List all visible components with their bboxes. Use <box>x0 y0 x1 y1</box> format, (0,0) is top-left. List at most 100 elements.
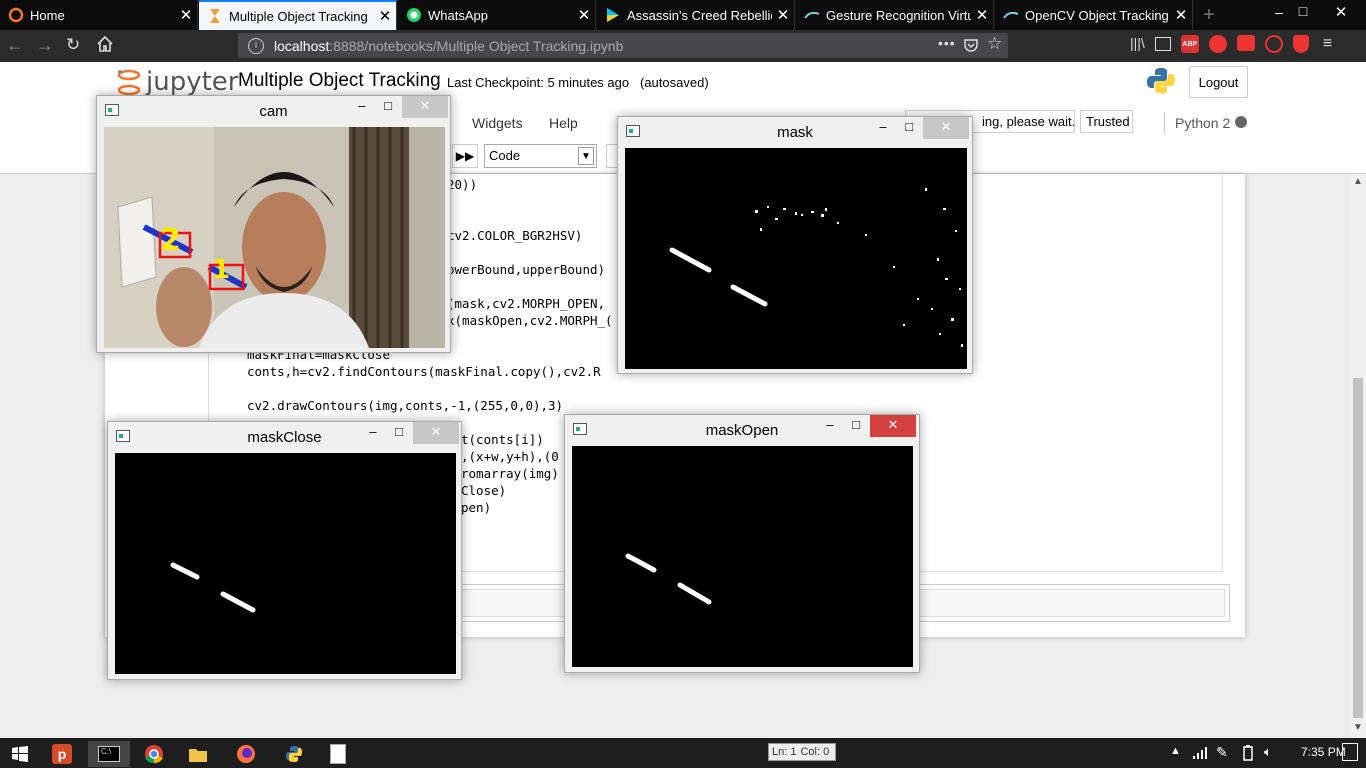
notebook-title[interactable]: Multiple Object Tracking <box>238 70 441 92</box>
sidebar-icon[interactable] <box>1154 37 1171 51</box>
close-button[interactable]: ✕ <box>402 96 448 118</box>
tab-gesture-recognition[interactable]: Gesture Recognition Virtu ✕ <box>796 0 994 30</box>
info-icon[interactable]: i <box>248 37 264 54</box>
tab-home[interactable]: Home ✕ <box>0 0 198 30</box>
windows-start-icon[interactable] <box>2 741 38 767</box>
maskopen-image <box>572 446 913 667</box>
object-label: 2 <box>160 223 181 258</box>
code-line: x(maskOpen,cv2.MORPH_( <box>447 313 613 328</box>
youtube-icon[interactable] <box>1236 35 1255 51</box>
network-icon[interactable] <box>1192 746 1208 763</box>
cmd-icon[interactable]: C:\ <box>88 741 130 767</box>
clock[interactable]: 7:35 PM <box>1301 745 1346 759</box>
code-line: cv2.COLOR_BGR2HSV) <box>447 228 583 243</box>
tab-multiple-object-tracking[interactable]: Multiple Object Tracking ✕ <box>199 0 397 30</box>
toolbar-extensions: |||\ ABP ≡ <box>1130 35 1332 53</box>
opencv-icon <box>1003 7 1019 23</box>
maximize-button[interactable]: □ <box>384 422 414 444</box>
notepad-icon[interactable] <box>320 741 356 767</box>
battery-icon[interactable] <box>1240 745 1256 764</box>
menu-help[interactable]: Help <box>549 115 578 131</box>
close-icon[interactable]: ✕ <box>573 6 595 24</box>
whatsapp-icon <box>406 7 422 23</box>
fast-forward-button[interactable]: ▶▶ <box>452 144 478 168</box>
menu-icon[interactable]: ≡ <box>1323 35 1332 53</box>
status-line: Ln: 1 <box>772 746 797 758</box>
cell-type-select[interactable]: Code ▼ <box>484 144 597 168</box>
trusted-indicator[interactable]: Trusted <box>1080 110 1133 133</box>
code-line: cv2.drawContours(img,conts,-1,(255,0,0),… <box>247 398 564 413</box>
psiphon-icon[interactable]: p <box>44 741 80 767</box>
download-icon[interactable] <box>1264 35 1283 53</box>
bookmark-star-icon[interactable]: ☆ <box>987 34 1002 54</box>
extension-red-icon[interactable] <box>1208 35 1227 53</box>
reload-icon[interactable]: ↻ <box>66 35 80 55</box>
object-label: 1 <box>212 255 231 285</box>
pen-icon[interactable]: ✎ <box>1216 744 1228 761</box>
volume-icon[interactable]: 🔈︎ <box>1264 744 1272 760</box>
window-titlebar[interactable]: maskOpen – □ ✕ <box>565 415 919 445</box>
checkpoint-text: Last Checkpoint: 5 minutes ago <box>447 75 630 90</box>
close-icon[interactable]: ✕ <box>1170 6 1192 24</box>
code-line: (mask,cv2.MORPH_OPEN, <box>447 296 606 311</box>
menu-widgets[interactable]: Widgets <box>472 115 523 131</box>
address-bar[interactable]: i localhost:8888/notebooks/Multiple Obje… <box>238 33 1008 58</box>
library-icon[interactable]: |||\ <box>1130 35 1145 53</box>
notifications-icon[interactable] <box>1342 743 1358 761</box>
close-icon[interactable]: ✕ <box>175 6 197 24</box>
tracking-overlay <box>142 224 248 291</box>
maskopen-window[interactable]: maskOpen – □ ✕ <box>564 414 920 673</box>
close-button[interactable]: ✕ <box>413 422 459 444</box>
page-scrollbar[interactable]: ▲ ▼ <box>1350 174 1366 738</box>
divider <box>1164 112 1165 134</box>
close-button[interactable]: ✕ <box>923 117 969 139</box>
jupyter-icon <box>8 7 24 23</box>
window-titlebar[interactable]: maskClose – □ ✕ <box>108 422 461 452</box>
window-minimize-button[interactable]: – <box>1268 4 1290 20</box>
window-close-button[interactable]: ✕ <box>1326 3 1356 21</box>
maskclose-image <box>115 453 456 674</box>
scroll-up-icon[interactable]: ▲ <box>1353 176 1363 187</box>
maximize-button[interactable]: □ <box>373 96 403 118</box>
window-titlebar[interactable]: cam – □ ✕ <box>97 96 450 126</box>
firefox-icon[interactable] <box>228 741 264 767</box>
url-path: :8888/notebooks/Multiple Object Tracking… <box>329 37 624 54</box>
adblock-icon[interactable]: ABP <box>1180 35 1199 53</box>
window-titlebar[interactable]: mask – □ ✕ <box>618 117 972 147</box>
close-button[interactable]: ✕ <box>870 415 916 437</box>
taskbar: p C:\ Ln: 1 Col: 0 ▲ ✎ 🔈︎ 7:35 PM <box>0 738 1366 768</box>
maskclose-window[interactable]: maskClose – □ ✕ <box>107 421 462 680</box>
new-tab-button[interactable]: + <box>1198 4 1220 26</box>
tab-whatsapp[interactable]: WhatsApp ✕ <box>398 0 596 30</box>
code-line: pen) <box>461 500 492 515</box>
close-icon[interactable]: ✕ <box>374 7 396 25</box>
window-maximize-button[interactable]: □ <box>1292 3 1314 19</box>
forward-icon[interactable]: → <box>36 35 54 56</box>
tab-opencv-object-tracking[interactable]: OpenCV Object Tracking b ✕ <box>995 0 1193 30</box>
mask-window[interactable]: mask – □ ✕ <box>617 116 973 374</box>
chrome-icon[interactable] <box>136 741 172 767</box>
url-host: localhost <box>274 37 330 54</box>
scroll-down-icon[interactable]: ▼ <box>1353 722 1363 733</box>
show-hidden-icons[interactable]: ▲ <box>1170 745 1181 757</box>
code-line: romarray(img) <box>461 466 559 481</box>
logout-button[interactable]: Logout <box>1189 66 1248 98</box>
maximize-button[interactable]: □ <box>841 415 871 437</box>
home-icon[interactable] <box>96 35 114 56</box>
python-logo-icon <box>1146 66 1176 99</box>
editor-status-bar: Ln: 1 Col: 0 <box>768 743 836 761</box>
code-line: owerBound,upperBound) <box>447 262 606 277</box>
maximize-button[interactable]: □ <box>894 117 924 139</box>
tab-assassins-creed[interactable]: Assassin's Creed Rebellion ✕ <box>597 0 795 30</box>
file-explorer-icon[interactable] <box>180 741 216 767</box>
back-icon[interactable]: ← <box>6 35 24 56</box>
page-actions-icon[interactable]: ••• <box>938 35 956 51</box>
close-icon[interactable]: ✕ <box>971 6 993 24</box>
close-icon[interactable]: ✕ <box>772 6 794 24</box>
cam-window[interactable]: cam – □ ✕ 2 1 <box>96 95 451 353</box>
python-icon[interactable] <box>276 741 312 767</box>
scrollbar-thumb[interactable] <box>1353 378 1363 718</box>
shield-icon[interactable] <box>1292 35 1309 53</box>
pocket-icon[interactable] <box>963 37 979 56</box>
code-line: Close) <box>461 483 507 498</box>
